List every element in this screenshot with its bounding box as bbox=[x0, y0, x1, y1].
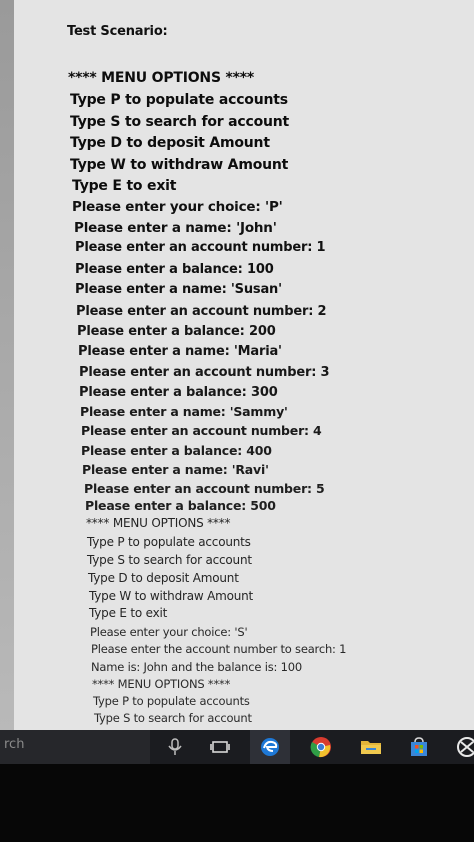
console-line: Please enter a balance: 200 bbox=[77, 324, 276, 339]
console-line: Please enter an account number: 5 bbox=[84, 481, 325, 496]
console-line: **** MENU OPTIONS **** bbox=[86, 516, 231, 530]
monitor-bezel bbox=[0, 764, 474, 842]
store-icon[interactable] bbox=[407, 735, 431, 759]
console-line: **** MENU OPTIONS **** bbox=[92, 677, 231, 691]
console-line: Please enter a name: 'Sammy' bbox=[80, 404, 288, 419]
console-line: Type W to withdraw Amount bbox=[89, 589, 254, 603]
file-explorer-icon[interactable] bbox=[359, 735, 383, 759]
console-line: Type S to search for account bbox=[87, 553, 252, 567]
console-line: Please enter a balance: 500 bbox=[85, 498, 276, 513]
console-line: Type P to populate accounts bbox=[93, 694, 250, 708]
console-line: Type P to populate accounts bbox=[70, 92, 288, 108]
console-line: Please enter a balance: 100 bbox=[75, 262, 274, 277]
console-line: Please enter a name: 'Susan' bbox=[75, 282, 282, 297]
taskbar-search-box[interactable]: rch bbox=[0, 730, 150, 764]
console-line: Please enter a name: 'Ravi' bbox=[82, 462, 269, 477]
taskbar: rch bbox=[0, 730, 474, 764]
console-line: Type P to populate accounts bbox=[87, 535, 251, 549]
task-view-icon[interactable] bbox=[208, 735, 232, 759]
console-line: Please enter the account number to searc… bbox=[91, 642, 347, 656]
console-line: Please enter an account number: 1 bbox=[75, 240, 326, 255]
chrome-icon[interactable] bbox=[309, 735, 333, 759]
console-line: Type W to withdraw Amount bbox=[70, 157, 289, 173]
console-line: Please enter your choice: 'P' bbox=[72, 199, 283, 215]
console-line: Please enter a name: 'John' bbox=[74, 220, 277, 236]
console-line: Please enter a balance: 300 bbox=[79, 385, 278, 400]
console-line: Type E to exit bbox=[72, 178, 177, 194]
xbox-icon[interactable] bbox=[455, 735, 474, 759]
console-line: Type D to deposit Amount bbox=[88, 571, 239, 585]
console-line: Please enter an account number: 2 bbox=[76, 304, 327, 319]
console-line: Type E to exit bbox=[89, 606, 168, 620]
console-line: Please enter a balance: 400 bbox=[81, 443, 272, 458]
console-line: Please enter your choice: 'S' bbox=[90, 625, 248, 639]
window-gutter bbox=[0, 0, 14, 730]
console-line: Type S to search for account bbox=[70, 114, 290, 130]
microphone-icon[interactable] bbox=[163, 735, 187, 759]
document-page: Test Scenario: **** MENU OPTIONS **** Type… bbox=[14, 0, 474, 730]
taskbar-search-text: rch bbox=[4, 737, 25, 752]
console-line: Please enter an account number: 3 bbox=[79, 365, 330, 380]
console-line: Test Scenario: bbox=[67, 24, 168, 39]
console-line: **** MENU OPTIONS **** bbox=[68, 70, 254, 86]
console-line: Please enter a name: 'Maria' bbox=[78, 344, 282, 359]
console-line: Name is: John and the balance is: 100 bbox=[91, 660, 302, 674]
console-line: Type S to search for account bbox=[94, 711, 252, 725]
console-line: Please enter an account number: 4 bbox=[81, 423, 322, 438]
console-line: Type D to deposit Amount bbox=[70, 135, 270, 151]
edge-icon[interactable] bbox=[258, 735, 282, 759]
screen-area: Test Scenario: **** MENU OPTIONS **** Type… bbox=[0, 0, 474, 730]
